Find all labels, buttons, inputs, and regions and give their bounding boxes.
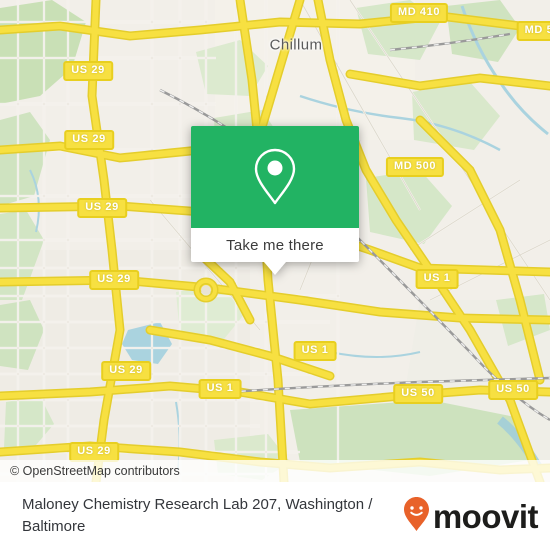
road-shield: MD 500 (385, 157, 445, 177)
road-shield: US 50 (488, 380, 538, 400)
road-shield: MD 5 (516, 21, 550, 41)
popup-tail-pointer (264, 262, 286, 275)
road-shield: US 1 (198, 379, 242, 399)
map-attribution: © OpenStreetMap contributors (0, 460, 550, 482)
moovit-wordmark: moovit (432, 497, 539, 535)
road-shield: US 50 (393, 384, 443, 404)
road-shield: US 29 (89, 270, 139, 290)
popup-image-area (191, 126, 359, 228)
footer-bar: Maloney Chemistry Research Lab 207, Wash… (0, 482, 550, 550)
location-title: Maloney Chemistry Research Lab 207, Wash… (22, 496, 373, 535)
road-shield: US 29 (101, 361, 151, 381)
road-shield: US 1 (293, 341, 337, 361)
place-label-chillum: Chillum (269, 36, 323, 54)
map-screenshot: Chillum US 29 US 29 US 29 US 29 US 29 US… (0, 0, 550, 550)
take-me-there-button[interactable]: Take me there (191, 228, 359, 262)
map-canvas[interactable]: Chillum US 29 US 29 US 29 US 29 US 29 US… (0, 0, 550, 482)
road-shield: US 29 (63, 61, 113, 81)
road-shield: US 29 (77, 198, 127, 218)
road-shield: US 1 (415, 269, 459, 289)
road-shield: US 29 (69, 442, 119, 462)
map-pin-icon (252, 147, 298, 207)
attribution-text: © OpenStreetMap contributors (10, 464, 180, 478)
road-shield: US 29 (64, 130, 114, 150)
destination-popup-card[interactable]: Take me there (191, 126, 359, 275)
road-shield: MD 410 (389, 3, 449, 23)
moovit-logo[interactable]: moovit (403, 496, 539, 537)
moovit-smiley-pin-icon (403, 496, 430, 537)
